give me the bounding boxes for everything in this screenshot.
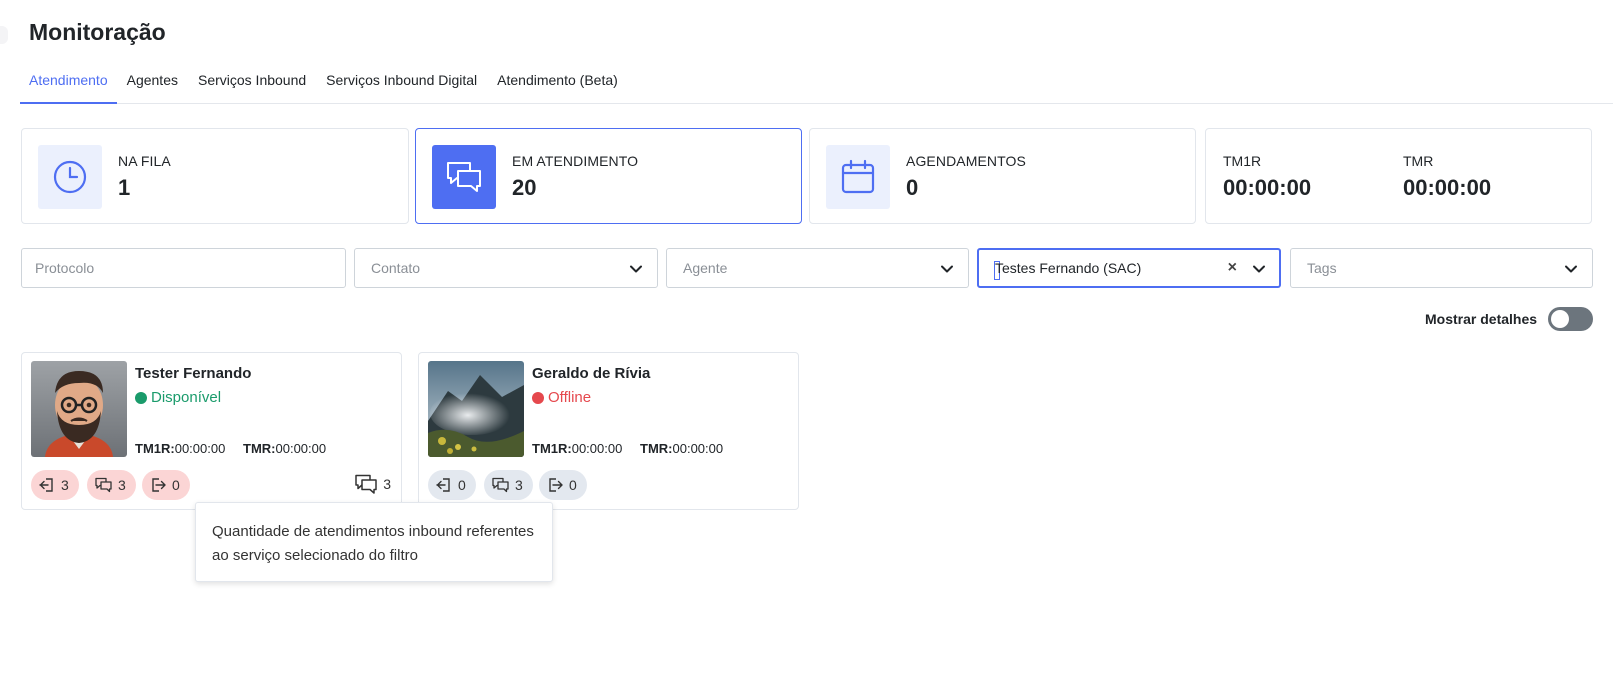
sidebar-collapse-handle[interactable] <box>0 26 8 44</box>
inbound-count-badge[interactable]: 3 <box>31 470 79 500</box>
stat-label: EM ATENDIMENTO <box>512 153 639 169</box>
tags-placeholder: Tags <box>1307 260 1337 276</box>
tm1r-label: TM1R <box>1223 153 1262 169</box>
service-value: Testes Fernando (SAC) <box>995 260 1142 276</box>
tmr-label: TMR <box>1403 153 1434 169</box>
tab-agentes[interactable]: Agentes <box>117 60 188 104</box>
clear-icon[interactable]: × <box>1228 259 1237 277</box>
chat-count: 3 <box>515 477 523 493</box>
tmr-label: TMR: <box>243 441 276 456</box>
tab-atendimento-beta[interactable]: Atendimento (Beta) <box>487 60 628 104</box>
agent-status: Disponível <box>135 389 221 406</box>
outbound-count: 0 <box>172 477 180 493</box>
tm1r-label: TM1R: <box>135 441 175 456</box>
calendar-icon <box>826 145 890 209</box>
details-toggle[interactable] <box>1548 307 1593 331</box>
stat-label: NA FILA <box>118 153 171 169</box>
page-title: Monitoração <box>29 19 166 45</box>
total-chats[interactable]: 3 <box>355 474 391 494</box>
chat-bubbles-icon <box>432 145 496 209</box>
sign-in-icon <box>39 478 53 492</box>
tab-bar: Atendimento Agentes Serviços Inbound Ser… <box>20 60 1613 104</box>
tags-select[interactable]: Tags <box>1290 248 1593 288</box>
agent-select[interactable]: Agente <box>666 248 969 288</box>
service-select[interactable]: Testes Fernando (SAC) × <box>977 248 1281 288</box>
tab-servicos-inbound-digital[interactable]: Serviços Inbound Digital <box>316 60 487 104</box>
protocol-input[interactable]: Protocolo <box>21 248 346 288</box>
tab-atendimento[interactable]: Atendimento <box>20 60 117 104</box>
inbound-count: 0 <box>458 477 466 493</box>
agent-name: Geraldo de Rívia <box>532 365 651 382</box>
sign-out-icon <box>549 478 563 492</box>
outbound-count-badge[interactable]: 0 <box>539 470 587 500</box>
stat-value: 0 <box>906 175 919 200</box>
status-dot <box>532 391 544 404</box>
avatar <box>31 361 127 457</box>
sign-out-icon <box>152 478 166 492</box>
chat-icon <box>492 477 509 493</box>
agent-tm1r: TM1R:00:00:00 <box>532 441 622 456</box>
protocol-placeholder: Protocolo <box>35 260 95 276</box>
tm1r-value: 00:00:00 <box>571 441 623 456</box>
sign-in-icon <box>436 478 450 492</box>
status-text: Offline <box>548 389 592 406</box>
chevron-down-icon <box>1565 265 1577 273</box>
agent-tmr: TMR:00:00:00 <box>243 441 326 456</box>
agent-card[interactable]: Tester Fernando Disponível TM1R:00:00:00… <box>21 352 402 510</box>
stat-label: AGENDAMENTOS <box>906 153 1026 169</box>
chat-count-badge[interactable]: 3 <box>87 470 136 500</box>
tmr-value: 00:00:00 <box>672 441 724 456</box>
chat-count: 3 <box>118 477 126 493</box>
toggle-knob <box>1551 310 1569 328</box>
tm1r-value: 00:00:00 <box>1223 175 1312 200</box>
chat-bubbles-icon <box>355 474 377 494</box>
chat-count-badge[interactable]: 3 <box>484 470 533 500</box>
stat-card-in-service[interactable]: EM ATENDIMENTO 20 <box>415 128 802 224</box>
stat-card-schedules[interactable]: AGENDAMENTOS 0 <box>809 128 1196 224</box>
tmr-label: TMR: <box>640 441 673 456</box>
tm1r-value: 00:00:00 <box>174 441 226 456</box>
tab-servicos-inbound[interactable]: Serviços Inbound <box>188 60 316 104</box>
tooltip: Quantidade de atendimentos inbound refer… <box>195 502 553 582</box>
outbound-count: 0 <box>569 477 577 493</box>
stat-card-queue[interactable]: NA FILA 1 <box>21 128 409 224</box>
outbound-count-badge[interactable]: 0 <box>142 470 190 500</box>
total-chats-count: 3 <box>383 476 391 492</box>
inbound-count-badge[interactable]: 0 <box>428 470 476 500</box>
inbound-count: 3 <box>61 477 69 493</box>
agent-placeholder: Agente <box>683 260 728 276</box>
clock-icon <box>38 145 102 209</box>
chevron-down-icon <box>941 265 953 273</box>
agent-tmr: TMR:00:00:00 <box>640 441 723 456</box>
chat-icon <box>95 477 112 493</box>
stat-card-times: TM1R 00:00:00 TMR 00:00:00 <box>1205 128 1592 224</box>
agent-tm1r: TM1R:00:00:00 <box>135 441 225 456</box>
agent-name: Tester Fernando <box>135 365 252 382</box>
tmr-value: 00:00:00 <box>275 441 327 456</box>
tm1r-label: TM1R: <box>532 441 572 456</box>
agent-status: Offline <box>532 389 591 406</box>
stat-value: 1 <box>118 175 131 200</box>
contact-select[interactable]: Contato <box>354 248 658 288</box>
chevron-down-icon <box>630 265 642 273</box>
tmr-value: 00:00:00 <box>1403 175 1492 200</box>
agent-card[interactable]: Geraldo de Rívia Offline TM1R:00:00:00 T… <box>418 352 799 510</box>
contact-placeholder: Contato <box>371 260 421 276</box>
status-text: Disponível <box>151 389 222 406</box>
details-toggle-label: Mostrar detalhes <box>1425 311 1538 327</box>
status-dot <box>135 391 147 404</box>
stat-value: 20 <box>512 175 537 200</box>
avatar <box>428 361 524 457</box>
chevron-down-icon[interactable] <box>1252 262 1266 276</box>
